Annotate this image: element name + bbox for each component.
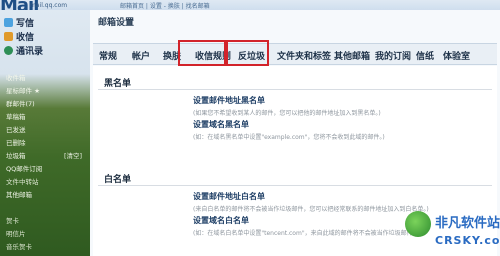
watermark-en: CRSKY.com: [435, 234, 500, 247]
crsky-logo-icon: [405, 211, 431, 237]
tab-folders-labels[interactable]: 文件夹和标签: [277, 49, 331, 62]
tab-stationery[interactable]: 信纸: [416, 49, 434, 62]
folder-group[interactable]: 群邮件(7): [6, 98, 35, 108]
watermark-cn: 非凡软件站: [435, 216, 500, 231]
folder-file-transfer[interactable]: 文件中转站: [6, 176, 39, 186]
clear-spam-button[interactable]: [清空]: [64, 150, 82, 160]
folder-postcards[interactable]: 明信片: [6, 228, 26, 238]
contacts-label: 通讯录: [16, 47, 44, 57]
page-title: 邮箱设置: [98, 18, 135, 28]
contacts-button[interactable]: 通讯录: [4, 44, 43, 57]
blacklist-domain-desc: (如：在域名黑名单中设置"example.com"，您将不会收到此域的邮件。): [193, 134, 385, 141]
folder-inbox[interactable]: 收件箱: [6, 72, 26, 82]
folder-spam[interactable]: 垃圾箱: [6, 150, 26, 160]
highlight-mail-rules: [178, 40, 226, 66]
pencil-icon: [4, 18, 13, 27]
settings-tabs: 常规 帐户 换肤 收信规则 反垃圾 文件夹和标签 其他邮箱 我的订阅 信纸 体验…: [93, 43, 497, 65]
whitelist-domain-link[interactable]: 设置域名白名单: [193, 215, 249, 226]
whitelist-domain-desc: (如：在域名白名单中设置"tencent.com"，来自此域的邮件将不会被当作垃…: [193, 230, 418, 237]
whitelist-address-desc: (来自白名单的邮件将不会被当作垃圾邮件，您可以把经常联系的邮件地址加入到白名单。…: [193, 206, 429, 213]
watermark: 非凡软件站 CRSKY.com: [405, 208, 500, 256]
tab-subscriptions[interactable]: 我的订阅: [375, 49, 411, 62]
divider: [98, 89, 492, 90]
inbox-button[interactable]: 收信: [4, 30, 34, 43]
whitelist-title: 白名单: [104, 175, 132, 185]
envelope-icon: [4, 32, 13, 41]
top-links[interactable]: 邮箱首页 | 设置 - 换肤 | 找名邮箱: [120, 1, 210, 10]
folder-greeting-cards[interactable]: 贺卡: [6, 215, 19, 225]
contacts-icon: [4, 46, 13, 55]
tab-general[interactable]: 常规: [99, 49, 117, 62]
folder-deleted[interactable]: 已删除: [6, 137, 26, 147]
compose-button[interactable]: 写信: [4, 16, 34, 29]
divider: [98, 185, 492, 186]
mail-url: mail.qq.com: [30, 2, 68, 9]
folder-subscriptions[interactable]: QQ邮件订阅: [6, 163, 42, 173]
blacklist-title: 黑名单: [104, 79, 132, 89]
sidebar: 写信 收信 通讯录 收件箱 星标邮件 ★ 群邮件(7) 草稿箱 已发送 已删除 …: [0, 10, 90, 256]
tab-labs[interactable]: 体验室: [443, 49, 470, 62]
blacklist-address-desc: (如果您不希望收到某人的邮件，您可以把他的邮件地址加入到黑名单。): [193, 110, 381, 117]
inbox-label: 收信: [16, 33, 35, 43]
blacklist-address-link[interactable]: 设置邮件地址黑名单: [193, 95, 265, 106]
folder-other-mailboxes[interactable]: 其他邮箱: [6, 189, 32, 199]
whitelist-address-link[interactable]: 设置邮件地址白名单: [193, 191, 265, 202]
highlight-anti-spam: [226, 40, 269, 66]
tab-other-mailboxes[interactable]: 其他邮箱: [334, 49, 370, 62]
folder-music-cards[interactable]: 音乐贺卡: [6, 241, 32, 251]
blacklist-domain-link[interactable]: 设置域名黑名单: [193, 119, 249, 130]
top-bar: Mail mail.qq.com 邮箱首页 | 设置 - 换肤 | 找名邮箱: [0, 0, 500, 16]
compose-label: 写信: [16, 19, 35, 29]
folder-drafts[interactable]: 草稿箱: [6, 111, 26, 121]
tab-account[interactable]: 帐户: [132, 49, 150, 62]
folder-sent[interactable]: 已发送: [6, 124, 26, 134]
folder-starred[interactable]: 星标邮件 ★: [6, 85, 40, 95]
